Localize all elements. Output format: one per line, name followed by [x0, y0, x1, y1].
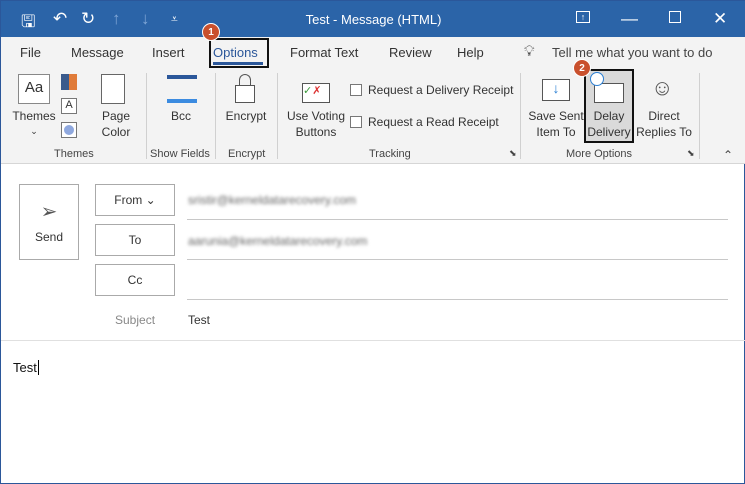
more-options-launcher-icon[interactable]: ⬊ [687, 148, 695, 159]
body-text: Test [13, 360, 37, 375]
fonts-icon[interactable]: A [61, 98, 77, 114]
separator [146, 73, 147, 159]
effects-icon[interactable] [61, 122, 77, 138]
read-receipt-label[interactable]: Request a Read Receipt [368, 114, 499, 130]
voting-buttons-label-2[interactable]: Buttons [283, 124, 349, 140]
tracking-launcher-icon[interactable]: ⬊ [509, 148, 517, 159]
group-show-fields: Show Fields [150, 148, 210, 160]
page-color-button[interactable]: Page Color [93, 108, 139, 140]
title-bar: 🖫 ↶ ↻ ↑ ↓ ⩡ Test - Message (HTML) ↑ — ✕ [1, 1, 745, 37]
collapse-ribbon-icon[interactable]: ⌃ [723, 148, 733, 162]
text-cursor [37, 360, 39, 375]
to-field[interactable]: aarunia@kerneldatarecovery.com [188, 234, 367, 248]
send-label: Send [34, 230, 64, 244]
group-themes: Themes [54, 148, 94, 160]
divider [187, 219, 728, 220]
clock-icon [590, 72, 604, 86]
tab-message[interactable]: Message [71, 45, 124, 60]
separator [699, 73, 700, 159]
bcc-button[interactable]: Bcc [161, 108, 201, 124]
read-receipt-checkbox[interactable] [350, 116, 362, 128]
to-button[interactable]: To [95, 224, 175, 256]
group-more-options: More Options [566, 148, 633, 160]
ribbon-tabs: File Message Insert Options Format Text … [1, 23, 745, 69]
direct-label-1[interactable]: Direct [633, 108, 695, 124]
message-body[interactable]: Test [13, 360, 733, 470]
step-badge-1: 1 [202, 23, 220, 41]
lock-icon [235, 85, 255, 103]
voting-buttons-label-1[interactable]: Use Voting [283, 108, 349, 124]
tab-insert[interactable]: Insert [152, 45, 185, 60]
delay-label-1[interactable]: Delay [584, 108, 634, 124]
separator [215, 73, 216, 159]
cc-field[interactable] [187, 265, 728, 297]
from-label: From [114, 193, 143, 207]
save-sent-label-1[interactable]: Save Sent [527, 108, 585, 124]
bcc-icon [167, 75, 197, 103]
delivery-receipt-checkbox[interactable] [350, 84, 362, 96]
chevron-down-icon: ⌄ [30, 126, 38, 136]
divider [187, 259, 728, 260]
lock-shackle [239, 74, 251, 86]
send-icon: ➢ [40, 201, 58, 223]
group-encrypt: Encrypt [228, 148, 266, 160]
themes-button[interactable]: Themes [9, 108, 59, 124]
voting-icon: ✓✗ [302, 83, 330, 103]
outbox-icon [594, 83, 624, 103]
lightbulb-icon: 💡︎ [524, 43, 535, 60]
ribbon: Aa Themes ⌄ A Page Color Themes Bcc Show… [1, 59, 745, 164]
separator [277, 73, 278, 159]
send-button[interactable]: ➢ Send [19, 184, 79, 260]
delivery-receipt-label[interactable]: Request a Delivery Receipt [368, 82, 513, 98]
colors-icon[interactable] [61, 74, 77, 90]
delay-label-2[interactable]: Delivery [584, 124, 634, 140]
tab-help[interactable]: Help [457, 45, 484, 60]
divider [1, 340, 745, 341]
maximize-icon[interactable] [669, 11, 681, 23]
from-button[interactable]: From ⌄ [95, 184, 175, 216]
encrypt-button[interactable]: Encrypt [221, 108, 271, 124]
themes-icon: Aa [18, 74, 50, 104]
subject-label: Subject [115, 313, 156, 327]
save-sent-folder-icon: ↓ [542, 79, 570, 101]
minimize-icon[interactable]: — [621, 9, 638, 29]
chevron-down-icon: ⌄ [145, 193, 156, 207]
ribbon-display-icon[interactable]: ↑ [576, 11, 590, 23]
cc-button[interactable]: Cc [95, 264, 175, 296]
active-tab-underline [213, 62, 263, 65]
tab-review[interactable]: Review [389, 45, 432, 60]
tab-file[interactable]: File [20, 45, 41, 60]
direct-label-2[interactable]: Replies To [633, 124, 695, 140]
save-sent-label-2[interactable]: Item To [527, 124, 585, 140]
group-tracking: Tracking [369, 148, 411, 160]
direct-replies-icon: ☺ [651, 75, 674, 100]
subject-field[interactable]: Test [188, 313, 210, 327]
step-badge-2: 2 [573, 59, 591, 77]
from-field[interactable]: sristir@kerneldatarecovery.com [188, 193, 356, 207]
close-icon[interactable]: ✕ [713, 9, 727, 29]
tell-me-search[interactable]: Tell me what you want to do [552, 45, 712, 60]
tab-options[interactable]: Options [213, 45, 258, 60]
page-color-icon [101, 74, 125, 104]
tab-format-text[interactable]: Format Text [290, 45, 358, 60]
divider [187, 299, 728, 300]
separator [520, 73, 521, 159]
